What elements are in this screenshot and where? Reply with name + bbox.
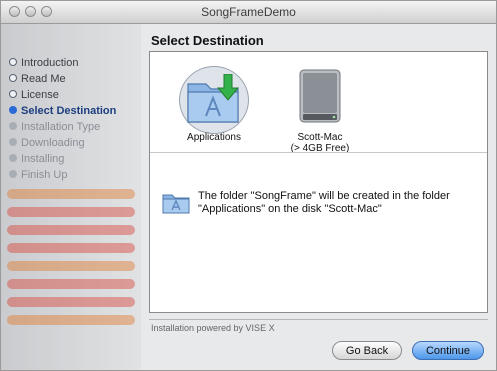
step-select-destination: Select Destination	[9, 103, 116, 119]
destination-message: The folder "SongFrame" will be created i…	[198, 190, 450, 215]
hard-disk-icon	[299, 69, 341, 123]
step-status-icon	[9, 122, 17, 131]
continue-button[interactable]: Continue	[412, 341, 484, 360]
applications-folder-icon	[187, 74, 240, 123]
step-installing: Installing	[9, 151, 116, 167]
panel-divider	[150, 152, 487, 153]
step-status-icon	[9, 74, 17, 83]
destination-scott-mac[interactable]: Scott-Mac (> 4GB Free)	[278, 62, 362, 154]
step-introduction: Introduction	[9, 55, 116, 71]
step-label: Installation Type	[21, 121, 101, 133]
window-title: SongFrameDemo	[201, 5, 296, 19]
bg-band	[7, 243, 135, 253]
bg-band	[7, 279, 135, 289]
step-status-icon	[9, 106, 17, 115]
bg-band	[7, 261, 135, 271]
step-label: Read Me	[21, 73, 66, 85]
step-status-icon	[9, 58, 17, 67]
section-title: Select Destination	[151, 33, 264, 48]
go-back-button[interactable]: Go Back	[332, 341, 402, 360]
step-license: License	[9, 87, 116, 103]
step-label: License	[21, 89, 59, 101]
destination-label: Applications	[187, 132, 241, 143]
step-label: Downloading	[21, 137, 85, 149]
step-label: Finish Up	[21, 169, 68, 181]
applications-folder-small-icon	[162, 194, 190, 214]
destination-panel: Applications Scott-Mac (> 4GB Free) The …	[149, 51, 488, 313]
step-read-me: Read Me	[9, 71, 116, 87]
footer-divider	[149, 319, 488, 320]
powered-by-label: Installation powered by VISE X	[151, 323, 275, 333]
installer-window: SongFrameDemo Introduction Read Me Licen…	[0, 0, 497, 371]
destination-label: Scott-Mac	[297, 132, 343, 143]
step-downloading: Downloading	[9, 135, 116, 151]
step-installation-type: Installation Type	[9, 119, 116, 135]
bg-band	[7, 207, 135, 217]
step-label: Installing	[21, 153, 65, 165]
title-bar: SongFrameDemo	[1, 1, 496, 24]
step-list: Introduction Read Me License Select Dest…	[9, 55, 116, 183]
step-finish-up: Finish Up	[9, 167, 116, 183]
step-label: Introduction	[21, 57, 79, 69]
bg-band	[7, 315, 135, 325]
step-label: Select Destination	[21, 105, 117, 117]
step-status-icon	[9, 90, 17, 99]
step-status-icon	[9, 154, 17, 163]
step-status-icon	[9, 138, 17, 147]
bg-band	[7, 297, 135, 307]
step-status-icon	[9, 170, 17, 179]
destination-applications[interactable]: Applications	[172, 62, 256, 146]
bg-band	[7, 189, 135, 199]
bg-band	[7, 225, 135, 235]
